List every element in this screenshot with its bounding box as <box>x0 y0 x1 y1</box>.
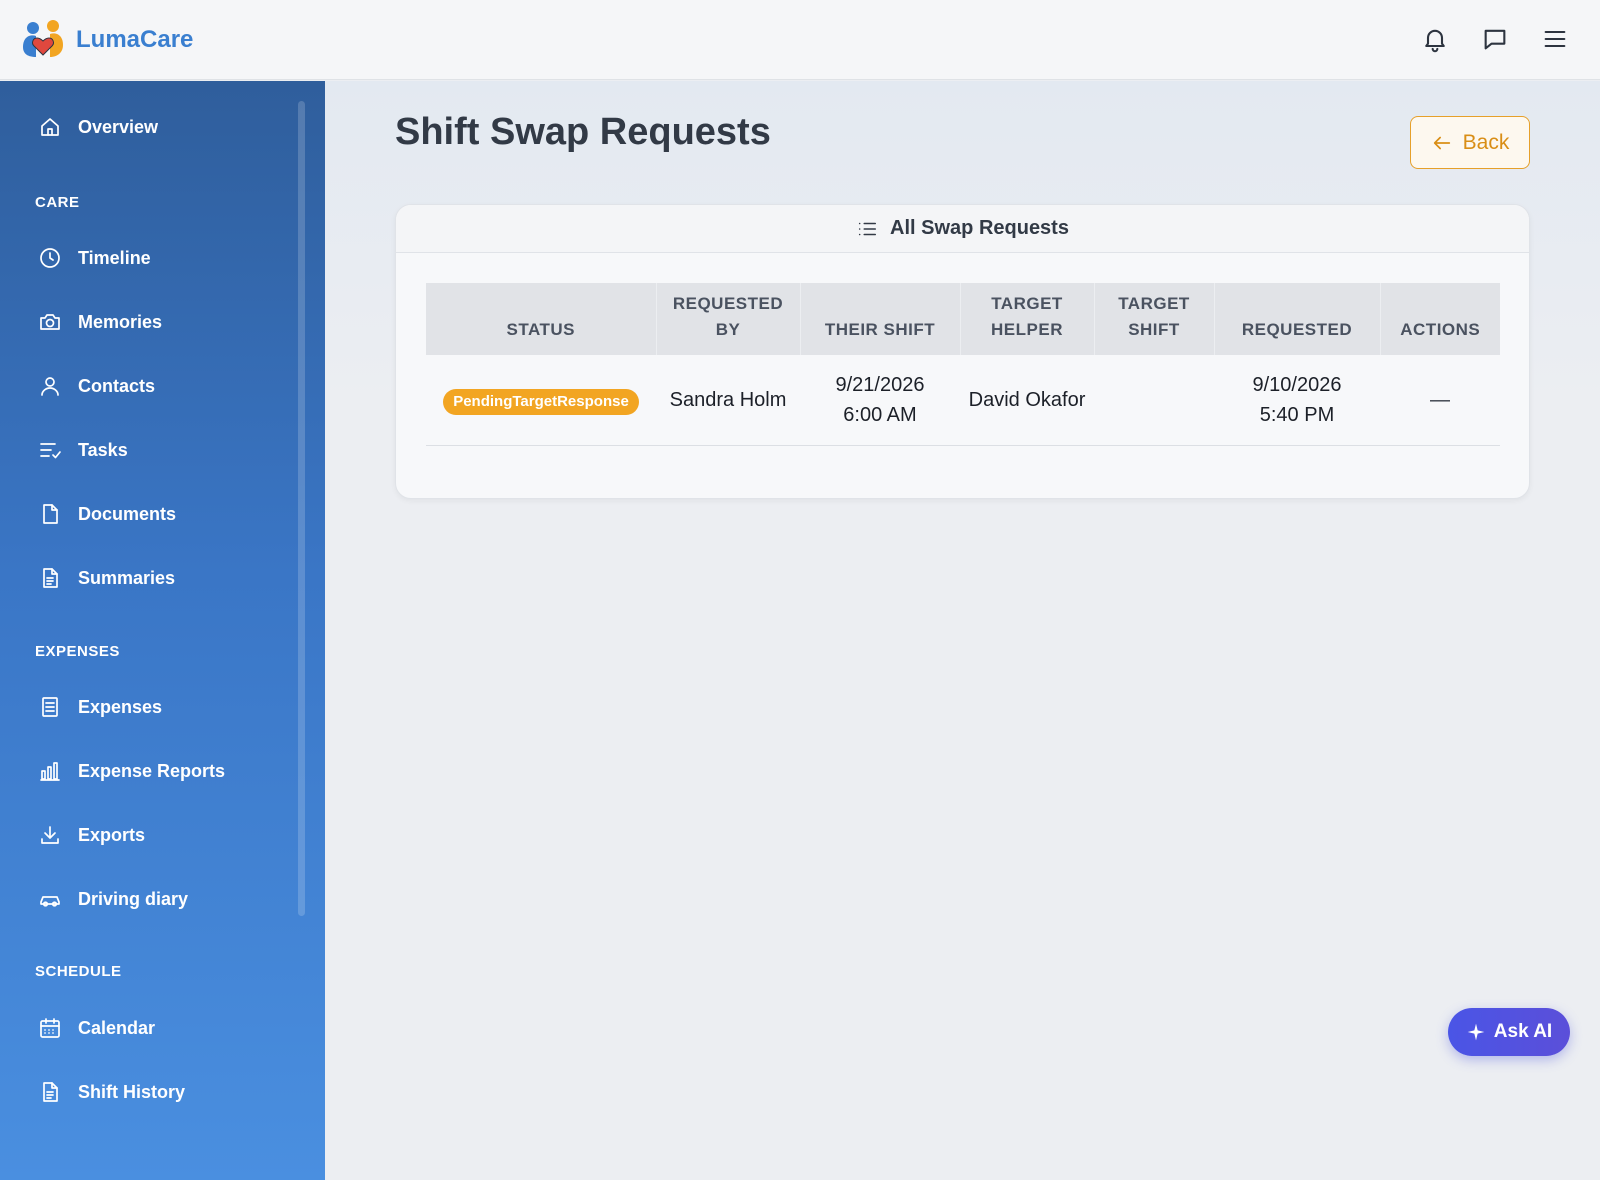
app-logo[interactable]: LumaCare <box>20 17 193 63</box>
clock-icon <box>40 248 60 268</box>
app-name: LumaCare <box>76 25 194 53</box>
status-cell: PendingTargetResponse <box>426 355 656 445</box>
actions-placeholder: — <box>1430 388 1450 411</box>
their-shift-time: 6:00 AM <box>843 403 917 426</box>
column-header-requested[interactable]: Requested <box>1214 283 1381 355</box>
status-badge: PendingTargetResponse <box>443 388 639 415</box>
receipt-icon <box>42 697 58 717</box>
column-header-status[interactable]: Status <box>426 283 657 355</box>
sidebar-item-label: Driving diary <box>78 888 189 909</box>
column-header-their-shift[interactable]: Their Shift <box>800 283 961 355</box>
back-button-label: Back <box>1462 130 1510 154</box>
document-icon <box>43 504 58 524</box>
target-helper-cell: David Okafor <box>968 388 1086 411</box>
target-shift-cell <box>1094 355 1214 445</box>
sidebar-item-label: Calendar <box>78 1017 156 1038</box>
sidebar-item-calendar[interactable]: Calendar <box>38 1008 155 1048</box>
logo-icon <box>20 17 66 63</box>
sidebar-scrollbar[interactable] <box>298 101 305 916</box>
swap-requests-card: All Swap Requests Status Requested by Th… <box>395 204 1530 499</box>
sidebar-item-label: Summaries <box>78 567 176 588</box>
sidebar-item-memories[interactable]: Memories <box>38 302 162 342</box>
column-header-actions: Actions <box>1400 320 1481 339</box>
sidebar-item-label: Overview <box>78 116 159 137</box>
sidebar-item-label: Timeline <box>78 247 151 268</box>
car-icon <box>40 896 60 907</box>
bell-icon[interactable] <box>1420 22 1450 56</box>
sidebar-item-label: Documents <box>78 503 177 524</box>
sidebar-item-summaries[interactable]: Summaries <box>38 558 175 598</box>
sidebar-item-label: Memories <box>78 311 163 332</box>
sidebar-item-contacts[interactable]: Contacts <box>38 366 155 406</box>
camera-icon <box>40 314 60 330</box>
their-shift-cell: 9/21/2026 6:00 AM <box>800 355 960 445</box>
swap-requests-table: Status Requested by Their Shift Target H… <box>426 283 1500 446</box>
home-icon <box>41 118 59 136</box>
download-icon <box>41 826 59 844</box>
history-icon <box>43 1082 58 1102</box>
sidebar-item-label: Expenses <box>78 696 163 717</box>
bar-chart-icon <box>40 762 60 781</box>
card-title: All Swap Requests <box>890 217 1069 239</box>
sidebar-section-expenses: EXPENSES <box>35 643 120 660</box>
main-content: Shift Swap Requests Back All Swap Reques… <box>325 81 1600 1180</box>
requested-by-cell: Sandra Holm <box>669 388 787 411</box>
sidebar-item-label: Shift History <box>78 1081 186 1102</box>
summary-icon <box>43 568 58 588</box>
sidebar-item-timeline[interactable]: Timeline <box>38 238 151 278</box>
column-header-requested-by[interactable]: Requested by <box>656 283 801 355</box>
back-button[interactable]: Back <box>1410 116 1530 169</box>
sidebar-item-overview[interactable]: Overview <box>38 107 158 147</box>
sidebar-section-care: CARE <box>35 194 80 211</box>
sidebar-item-driving-diary[interactable]: Driving diary <box>38 879 188 919</box>
sidebar: Overview CARE Timeline Memories Contacts… <box>0 81 325 1180</box>
sidebar-item-label: Expense Reports <box>78 760 226 781</box>
sidebar-section-schedule: SCHEDULE <box>35 963 122 980</box>
sidebar-item-label: Tasks <box>78 439 128 460</box>
sidebar-item-expense-reports[interactable]: Expense Reports <box>38 751 225 791</box>
requested-time: 5:40 PM <box>1259 403 1335 426</box>
calendar-icon <box>40 1018 60 1038</box>
arrow-left-icon <box>1433 136 1450 149</box>
sidebar-item-shift-history[interactable]: Shift History <box>38 1072 185 1112</box>
column-header-target-helper[interactable]: Target Helper <box>960 283 1095 355</box>
requested-cell: 9/10/2026 5:40 PM <box>1214 355 1380 445</box>
list-icon <box>858 222 877 235</box>
user-icon <box>41 377 59 396</box>
sparkle-icon <box>1467 1023 1485 1041</box>
column-header-target-shift[interactable]: Target Shift <box>1094 283 1215 355</box>
sidebar-item-exports[interactable]: Exports <box>38 815 145 855</box>
table-header-row: Status Requested by Their Shift Target H… <box>426 283 1500 355</box>
menu-icon[interactable] <box>1540 22 1570 56</box>
page-title: Shift Swap Requests <box>395 111 771 153</box>
sidebar-item-label: Exports <box>78 824 146 845</box>
requested-date: 9/10/2026 <box>1252 373 1342 396</box>
sidebar-item-tasks[interactable]: Tasks <box>38 430 128 470</box>
top-bar: LumaCare <box>0 0 1600 80</box>
card-header: All Swap Requests <box>396 205 1529 253</box>
sidebar-item-label: Contacts <box>78 375 156 396</box>
tasks-icon <box>40 443 61 459</box>
table-row: PendingTargetResponse Sandra Holm 9/21/2… <box>426 355 1500 445</box>
sidebar-item-expenses[interactable]: Expenses <box>38 687 162 727</box>
actions-cell: — <box>1380 355 1500 445</box>
sidebar-item-documents[interactable]: Documents <box>38 494 176 534</box>
chat-icon[interactable] <box>1480 22 1510 56</box>
ask-ai-label: Ask AI <box>1493 1021 1553 1042</box>
ask-ai-button[interactable]: Ask AI <box>1448 1008 1570 1056</box>
their-shift-date: 9/21/2026 <box>835 373 925 396</box>
